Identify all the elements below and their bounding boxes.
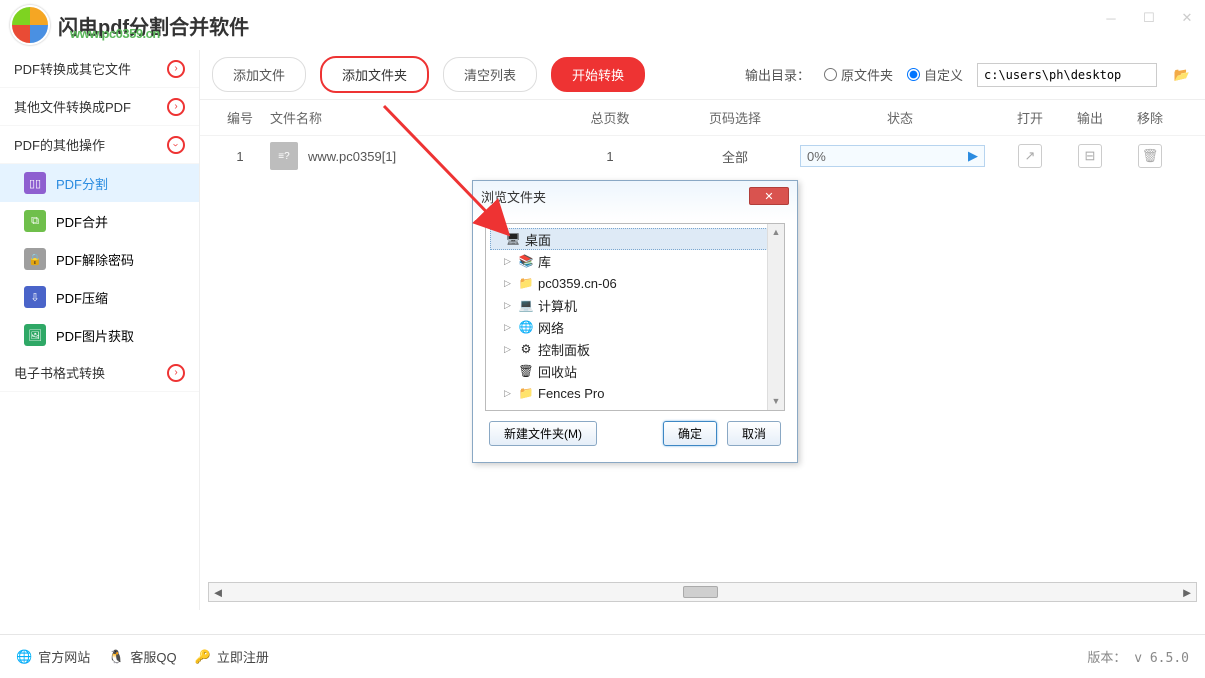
- image-icon: 🖼: [24, 324, 46, 346]
- ok-button[interactable]: 确定: [663, 421, 717, 446]
- browse-folder-dialog: 浏览文件夹 ✕ 🖥桌面 ▷📚库 ▷📁pc0359.cn-06 ▷💻计算机 ▷🌐网…: [472, 180, 798, 463]
- folder-icon: 📁: [518, 275, 534, 291]
- sidebar-item-label: PDF合并: [56, 212, 108, 231]
- sidebar-item-unlock[interactable]: 🔒 PDF解除密码: [0, 240, 199, 278]
- sidebar-item-label: PDF分割: [56, 174, 108, 193]
- dialog-titlebar[interactable]: 浏览文件夹 ✕: [473, 181, 797, 211]
- chevron-icon: ›: [167, 364, 185, 382]
- file-icon: ≡?: [270, 142, 298, 170]
- qq-icon: 🐧: [108, 649, 124, 665]
- radio-custom-folder[interactable]: 自定义: [907, 65, 963, 84]
- tree-node[interactable]: ▷⚙控制面板: [490, 338, 780, 360]
- dialog-title: 浏览文件夹: [481, 187, 546, 206]
- tree-node[interactable]: ▷🌐网络: [490, 316, 780, 338]
- browse-folder-icon[interactable]: 📂: [1171, 64, 1193, 86]
- scroll-right-icon[interactable]: ►: [1178, 585, 1196, 600]
- col-stat: 状态: [800, 108, 1000, 127]
- cell-pages: 1: [550, 149, 670, 164]
- toolbar: 添加文件 添加文件夹 清空列表 开始转换 输出目录： 原文件夹 自定义 📂: [200, 50, 1205, 100]
- delete-icon[interactable]: 🗑: [1138, 144, 1162, 168]
- sidebar-cat-convert-other[interactable]: PDF转换成其它文件›: [0, 50, 199, 88]
- clear-list-button[interactable]: 清空列表: [443, 57, 537, 92]
- tree-node[interactable]: ▷📁pc0359.cn-06: [490, 272, 780, 294]
- official-site-link[interactable]: 🌐官方网站: [16, 647, 90, 666]
- minimize-icon[interactable]: ─: [1101, 8, 1121, 28]
- close-icon[interactable]: ✕: [1177, 8, 1197, 28]
- sidebar-item-split[interactable]: ▯▯ PDF分割: [0, 164, 199, 202]
- sidebar-item-label: PDF解除密码: [56, 250, 134, 269]
- export-icon[interactable]: ⊟: [1078, 144, 1102, 168]
- new-folder-button[interactable]: 新建文件夹(M): [489, 421, 597, 446]
- folder-tree[interactable]: 🖥桌面 ▷📚库 ▷📁pc0359.cn-06 ▷💻计算机 ▷🌐网络 ▷⚙控制面板…: [485, 223, 785, 411]
- library-icon: 📚: [518, 253, 534, 269]
- add-file-button[interactable]: 添加文件: [212, 57, 306, 92]
- split-icon: ▯▯: [24, 172, 46, 194]
- network-icon: 🌐: [518, 319, 534, 335]
- version-label: 版本： v 6.5.0: [1087, 647, 1189, 666]
- maximize-icon[interactable]: ☐: [1139, 8, 1159, 28]
- footer: 🌐官方网站 🐧客服QQ 🔑立即注册 版本： v 6.5.0: [0, 634, 1205, 678]
- start-convert-button[interactable]: 开始转换: [551, 57, 645, 92]
- tree-node[interactable]: 🗑回收站: [490, 360, 780, 382]
- app-logo: [10, 5, 50, 45]
- play-icon[interactable]: ▶: [968, 148, 978, 164]
- sidebar-item-images[interactable]: 🖼 PDF图片获取: [0, 316, 199, 354]
- open-icon[interactable]: ↗: [1018, 144, 1042, 168]
- register-link[interactable]: 🔑立即注册: [195, 647, 269, 666]
- control-panel-icon: ⚙: [518, 341, 534, 357]
- sidebar-item-label: PDF图片获取: [56, 326, 134, 345]
- output-path-input[interactable]: [977, 63, 1157, 87]
- chevron-down-icon: ›: [167, 136, 185, 154]
- tree-node[interactable]: ▷📁Fences Pro: [490, 382, 780, 404]
- col-num: 编号: [210, 108, 270, 127]
- titlebar: 闪电pdf分割合并软件 www.pc0359.cn ─ ☐ ✕: [0, 0, 1205, 50]
- progress-bar[interactable]: 0%▶: [800, 145, 985, 167]
- compress-icon: ⇩: [24, 286, 46, 308]
- col-out: 输出: [1060, 108, 1120, 127]
- ie-icon: 🌐: [16, 649, 32, 665]
- col-del: 移除: [1120, 108, 1180, 127]
- sidebar-cat-ebook[interactable]: 电子书格式转换›: [0, 354, 199, 392]
- scroll-thumb[interactable]: [683, 586, 718, 598]
- qq-support-link[interactable]: 🐧客服QQ: [108, 647, 176, 666]
- sidebar-cat-pdf-ops[interactable]: PDF的其他操作›: [0, 126, 199, 164]
- tree-node[interactable]: ▷📚库: [490, 250, 780, 272]
- sidebar-item-compress[interactable]: ⇩ PDF压缩: [0, 278, 199, 316]
- lock-icon: 🔒: [24, 248, 46, 270]
- dialog-close-button[interactable]: ✕: [749, 187, 789, 205]
- desktop-icon: 🖥: [505, 231, 521, 247]
- chevron-icon: ›: [167, 98, 185, 116]
- horizontal-scrollbar[interactable]: ◄ ►: [208, 582, 1197, 602]
- computer-icon: 💻: [518, 297, 534, 313]
- cell-name: www.pc0359[1]: [308, 149, 396, 164]
- output-dir-label: 输出目录：: [745, 65, 810, 84]
- col-open: 打开: [1000, 108, 1060, 127]
- vertical-scrollbar[interactable]: ▲▼: [767, 224, 784, 410]
- folder-icon: 📁: [518, 385, 534, 401]
- recycle-bin-icon: 🗑: [518, 363, 534, 379]
- watermark: www.pc0359.cn: [70, 26, 160, 41]
- sidebar-cat-to-pdf[interactable]: 其他文件转换成PDF›: [0, 88, 199, 126]
- cell-num: 1: [210, 149, 270, 164]
- scroll-left-icon[interactable]: ◄: [209, 585, 227, 600]
- add-folder-button[interactable]: 添加文件夹: [320, 56, 429, 93]
- cancel-button[interactable]: 取消: [727, 421, 781, 446]
- tree-node-desktop[interactable]: 🖥桌面: [490, 228, 780, 250]
- tree-node[interactable]: ▷💻计算机: [490, 294, 780, 316]
- radio-original-folder[interactable]: 原文件夹: [824, 65, 893, 84]
- sidebar-item-label: PDF压缩: [56, 288, 108, 307]
- col-sel: 页码选择: [670, 108, 800, 127]
- sidebar-item-merge[interactable]: ⧉ PDF合并: [0, 202, 199, 240]
- key-icon: 🔑: [195, 649, 211, 665]
- table-row[interactable]: 1 ≡? www.pc0359[1] 1 全部 0%▶ ↗ ⊟ 🗑: [200, 136, 1205, 176]
- chevron-icon: ›: [167, 60, 185, 78]
- col-name: 文件名称: [270, 108, 550, 127]
- cell-sel[interactable]: 全部: [670, 147, 800, 166]
- merge-icon: ⧉: [24, 210, 46, 232]
- sidebar: PDF转换成其它文件› 其他文件转换成PDF› PDF的其他操作› ▯▯ PDF分…: [0, 50, 200, 610]
- table-header: 编号 文件名称 总页数 页码选择 状态 打开 输出 移除: [200, 100, 1205, 136]
- col-pages: 总页数: [550, 108, 670, 127]
